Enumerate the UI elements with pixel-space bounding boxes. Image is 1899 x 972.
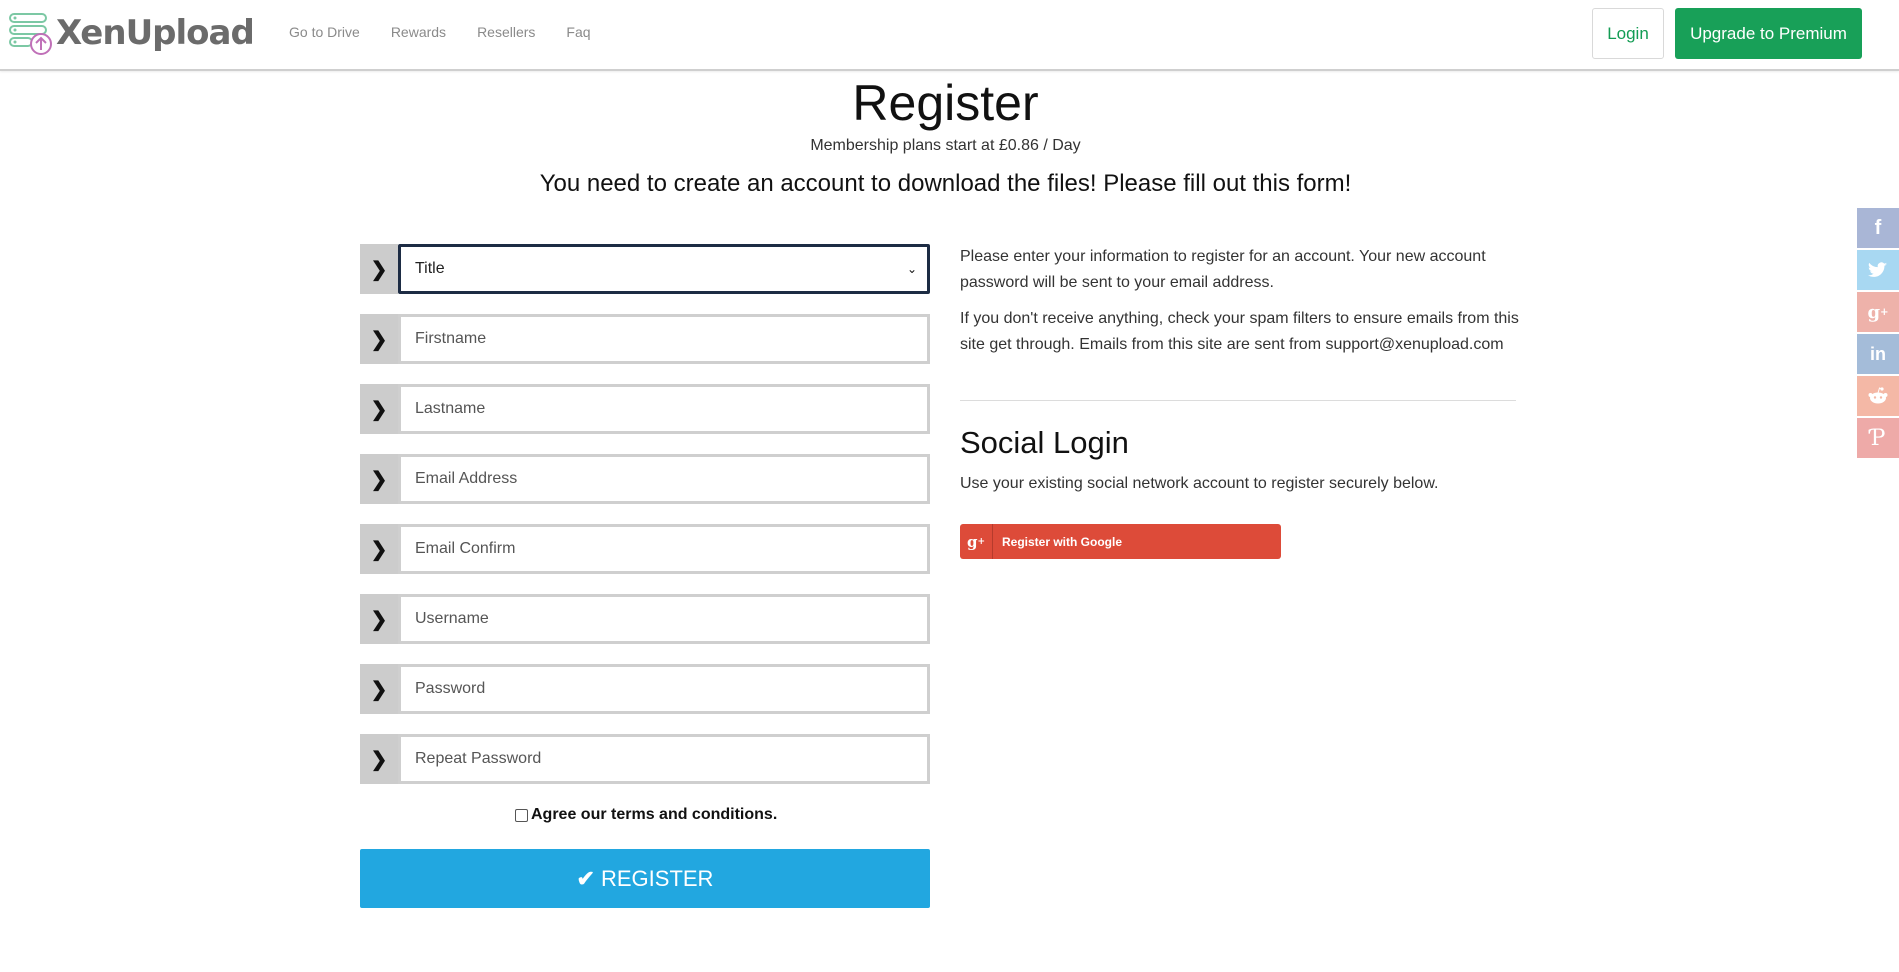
lastname-field: ❯ <box>360 384 930 434</box>
register-google-label: Register with Google <box>1002 534 1123 549</box>
nav-go-to-drive[interactable]: Go to Drive <box>289 24 360 40</box>
main-nav: Go to Drive Rewards Resellers Faq <box>289 24 622 40</box>
chevron-right-icon: ❯ <box>360 454 398 504</box>
facebook-icon[interactable]: f <box>1857 208 1899 248</box>
logo-icon <box>8 10 54 56</box>
title-field: ❯ Title ⌄ <box>360 244 930 294</box>
pinterest-icon[interactable]: Ƥ <box>1857 418 1899 458</box>
username-field: ❯ <box>360 594 930 644</box>
download-notice: You need to create an account to downloa… <box>539 170 1352 197</box>
page-title: Register <box>852 75 1039 131</box>
lastname-input[interactable] <box>413 399 927 419</box>
terms-label[interactable]: Agree our terms and conditions. <box>531 806 777 824</box>
chevron-right-icon: ❯ <box>360 734 398 784</box>
nav-resellers[interactable]: Resellers <box>477 24 535 40</box>
terms-agreement: Agree our terms and conditions. <box>515 806 777 824</box>
nav-rewards[interactable]: Rewards <box>391 24 446 40</box>
repeat-password-input[interactable] <box>413 749 927 769</box>
top-header: XenUpload Go to Drive Rewards Resellers … <box>0 0 1899 71</box>
logo-text: XenUpload <box>56 13 255 53</box>
firstname-field: ❯ <box>360 314 930 364</box>
google-plus-icon: g + <box>960 524 993 559</box>
twitter-icon[interactable] <box>1857 250 1899 290</box>
site-logo[interactable]: XenUpload <box>8 10 255 56</box>
register-info-text: Please enter your information to registe… <box>960 248 1486 291</box>
password-input[interactable] <box>413 679 927 699</box>
title-select-value: Title <box>415 260 445 277</box>
email-confirm-field: ❯ <box>360 524 930 574</box>
username-input[interactable] <box>413 609 927 629</box>
social-login-desc: Use your existing social network account… <box>960 475 1439 492</box>
social-login-title: Social Login <box>960 425 1129 460</box>
google-plus-share-icon[interactable]: g + <box>1857 292 1899 332</box>
divider <box>960 400 1516 401</box>
chevron-right-icon: ❯ <box>360 314 398 364</box>
register-button-label: REGISTER <box>600 865 714 891</box>
chevron-right-icon: ❯ <box>360 524 398 574</box>
title-select[interactable]: Title ⌄ <box>398 244 930 294</box>
membership-subtitle: Membership plans start at £0.86 / Day <box>810 137 1081 154</box>
chevron-down-icon: ⌄ <box>906 262 917 276</box>
checkmark-icon: ✔ <box>576 865 595 891</box>
reddit-icon[interactable] <box>1857 376 1899 416</box>
email-field: ❯ <box>360 454 930 504</box>
password-field: ❯ <box>360 664 930 714</box>
linkedin-icon[interactable]: in <box>1857 334 1899 374</box>
chevron-right-icon: ❯ <box>360 664 398 714</box>
login-button[interactable]: Login <box>1592 8 1664 59</box>
terms-checkbox[interactable] <box>515 808 528 822</box>
nav-faq[interactable]: Faq <box>566 24 590 40</box>
share-sidebar: f g + in Ƥ <box>1857 208 1899 460</box>
repeat-password-field: ❯ <box>360 734 930 784</box>
spam-info-text: If you don't receive anything, check you… <box>960 310 1519 353</box>
chevron-right-icon: ❯ <box>360 384 398 434</box>
chevron-right-icon: ❯ <box>360 594 398 644</box>
chevron-right-icon: ❯ <box>360 244 398 294</box>
email-input[interactable] <box>413 469 927 489</box>
register-button[interactable]: ✔ REGISTER <box>360 849 930 908</box>
email-confirm-input[interactable] <box>413 539 927 559</box>
register-google-button[interactable]: g + Register with Google <box>960 524 1281 559</box>
upgrade-premium-button[interactable]: Upgrade to Premium <box>1675 8 1862 59</box>
firstname-input[interactable] <box>413 329 927 349</box>
